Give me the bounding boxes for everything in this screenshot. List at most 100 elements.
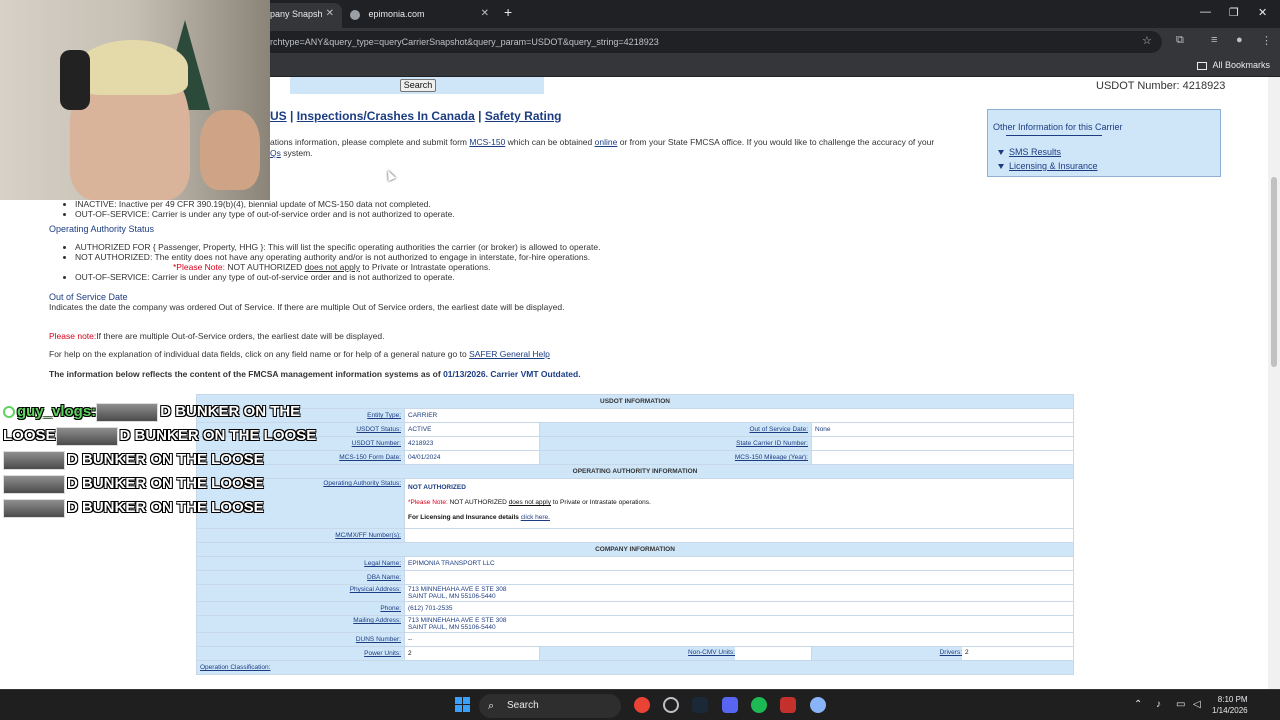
nav-us-link[interactable]: US [270, 109, 287, 123]
bookmark-star-icon[interactable]: ☆ [1142, 34, 1152, 47]
discord-icon[interactable] [722, 697, 738, 713]
note-text: or [400, 262, 409, 272]
state-carrier-id-label[interactable]: State Carrier ID Number: [539, 436, 812, 451]
non-cmv-units-label[interactable]: Non-CMV Units: [540, 647, 735, 660]
licensing-insurance-link[interactable]: Licensing & Insurance [1009, 161, 1098, 171]
safer-help-link[interactable]: SAFER General Help [469, 349, 550, 359]
page-scrollbar[interactable] [1268, 77, 1280, 689]
mcs150-mileage-value [811, 450, 1074, 465]
chat-message: guy_vlogs: D BUNKER ON THE [3, 400, 333, 424]
close-icon[interactable]: ✕ [326, 3, 334, 25]
address-line: SAINT PAUL, MN 55106-5440 [408, 624, 496, 631]
all-bookmarks-button[interactable]: All Bookmarks [1197, 60, 1270, 70]
menu-icon[interactable]: ⋮ [1261, 34, 1272, 47]
intro-text: ations information, please complete and … [270, 137, 468, 147]
faqs-link[interactable]: Qs [270, 148, 281, 158]
new-tab-button[interactable]: + [504, 4, 512, 20]
mcs150-date-value: 04/01/2024 [404, 450, 540, 465]
list-item: INACTIVE: Inactive per 49 CFR 390.19(b)(… [75, 199, 455, 209]
does-not-apply-link[interactable]: does not apply [509, 499, 551, 506]
note-text: Private [560, 499, 581, 506]
address-line: SAINT PAUL, MN 55106-5440 [408, 593, 496, 600]
separator: | [290, 109, 294, 123]
state-carrier-id-value [811, 436, 1074, 451]
chat-text: D BUNKER ON THE LOOSE [67, 475, 264, 492]
definition: : Carrier is under any type of out-of-se… [147, 209, 455, 219]
spotify-icon[interactable] [751, 697, 767, 713]
duns-label[interactable]: DUNS Number: [196, 632, 405, 647]
drivers-label[interactable]: Drivers: [812, 647, 962, 660]
does-not-apply-link[interactable]: does not apply [305, 262, 360, 272]
oos-date-label[interactable]: Out of Service Date: [539, 422, 812, 437]
legal-name-label[interactable]: Legal Name: [196, 556, 405, 571]
mcs150-link[interactable]: MCS-150 [469, 137, 505, 147]
tray-chevron-icon[interactable]: ⌃ [1134, 699, 1142, 710]
settings-icon[interactable] [810, 697, 826, 713]
taskbar-clock[interactable]: 8:10 PM 1/14/2026 [1212, 694, 1248, 716]
please-note-text: If there are multiple Out-of-Service ord… [96, 331, 385, 341]
close-window-button[interactable]: ✕ [1258, 6, 1267, 19]
scrollbar-thumb[interactable] [1271, 177, 1277, 367]
media-player-icon[interactable] [780, 697, 796, 713]
note-label: *Please Note: [173, 262, 225, 272]
close-icon[interactable]: ✕ [481, 3, 489, 25]
note-text: or [582, 499, 588, 506]
mc-number-label[interactable]: MC/MX/FF Number(s): [196, 528, 405, 543]
other-info-title: Other Information for this Carrier [993, 122, 1123, 132]
drivers-cell: Drivers: 2 [811, 646, 1074, 661]
note-bold: NOT AUTHORIZED [227, 262, 303, 272]
volume-icon[interactable]: ◁ [1193, 699, 1201, 710]
term: NOT AUTHORIZED [75, 252, 150, 262]
sms-results-link[interactable]: SMS Results [1009, 147, 1061, 157]
steam-icon[interactable] [692, 697, 708, 713]
tab-company-snapshot[interactable]: pany Snapsh ✕ [262, 3, 342, 28]
triangle-bullet-icon [998, 150, 1004, 155]
nav-safety-rating-link[interactable]: Safety Rating [485, 109, 562, 123]
taskbar-search[interactable]: ⌕ Search [479, 694, 621, 718]
profile-avatar-icon[interactable]: ● [1236, 34, 1243, 46]
search-button[interactable]: Search [400, 79, 436, 92]
oos-date-definition: Out of Service Date Indicates the date t… [49, 292, 564, 312]
online-link[interactable]: online [595, 137, 618, 147]
mc-number-value [404, 528, 1074, 543]
separator: | [478, 109, 482, 123]
clock-date: 1/14/2026 [1212, 706, 1248, 715]
click-here-link[interactable]: click here. [521, 514, 550, 521]
nav-canada-link[interactable]: Inspections/Crashes In Canada [297, 109, 475, 123]
globe-icon [350, 9, 360, 20]
note-text: operations. [618, 499, 651, 506]
note-text: to [362, 262, 370, 272]
oos-date-value: None [811, 422, 1074, 437]
chat-message: D BUNKER ON THE LOOSE [3, 496, 333, 520]
list-item: NOT AUTHORIZED: The entity does not have… [75, 252, 600, 262]
chrome-icon[interactable] [634, 697, 650, 713]
windows-start-icon[interactable] [455, 697, 471, 713]
operation-classification-label[interactable]: Operation Classification: [196, 660, 1074, 675]
mailing-address-label[interactable]: Mailing Address: [196, 615, 405, 633]
emote-icon [3, 498, 65, 518]
triangle-bullet-icon [998, 164, 1004, 169]
extensions-icon[interactable]: ⧉ [1176, 34, 1184, 47]
address-bar[interactable]: rchtype=ANY&query_type=queryCarrierSnaps… [262, 31, 1162, 53]
chat-text: D BUNKER ON THE LOOSE [67, 451, 264, 468]
physical-address-label[interactable]: Physical Address: [196, 584, 405, 602]
reflects-text: The information below reflects the conte… [49, 369, 441, 379]
chat-message: D BUNKER ON THE LOOSE [3, 472, 333, 496]
address-line: 713 MINNEHAHA AVE E STE 308 [408, 586, 507, 593]
power-units-label[interactable]: Power Units: [196, 646, 405, 661]
company-info-header: COMPANY INFORMATION [196, 542, 1074, 557]
mcs150-mileage-label[interactable]: MCS-150 Mileage (Year): [539, 450, 812, 465]
network-icon[interactable]: ▭ [1176, 699, 1185, 710]
emote-icon [3, 450, 65, 470]
app-icon[interactable] [663, 697, 679, 713]
chat-text: D BUNKER ON THE [160, 403, 301, 420]
headset [60, 50, 90, 110]
tab-epimonia[interactable]: epimonia.com ✕ [342, 3, 497, 28]
maximize-button[interactable]: ❐ [1229, 6, 1239, 19]
media-icon[interactable]: ≡ [1211, 34, 1217, 46]
minimize-button[interactable]: — [1200, 6, 1211, 18]
reflects-line: The information below reflects the conte… [49, 369, 581, 379]
microphone-icon[interactable]: ♪ [1156, 699, 1161, 710]
phone-label[interactable]: Phone: [196, 601, 405, 616]
dba-name-label[interactable]: DBA Name: [196, 570, 405, 585]
